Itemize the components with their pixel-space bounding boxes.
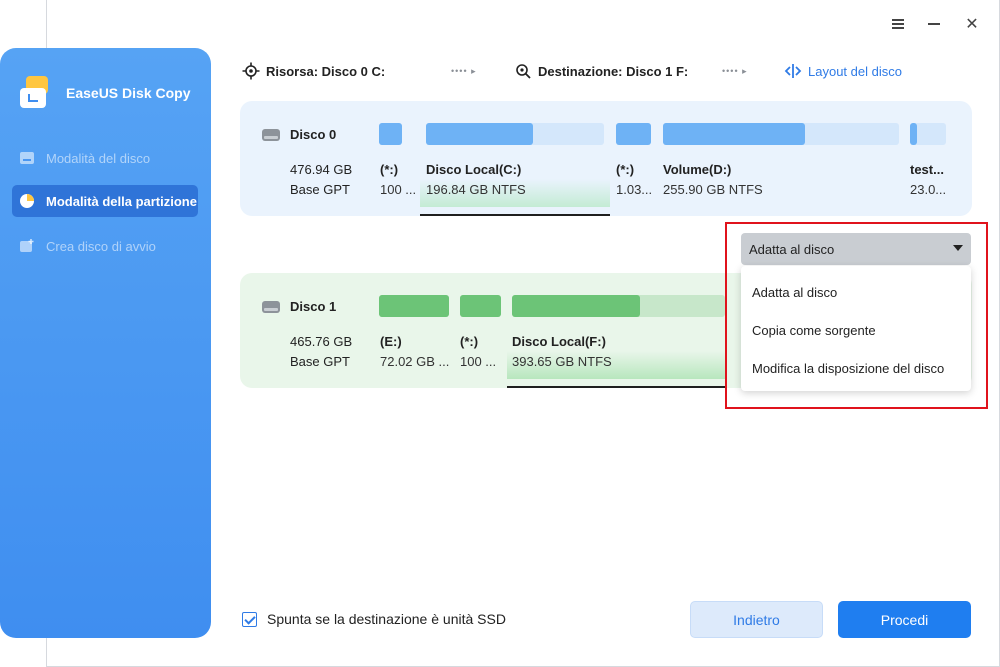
app-title: EaseUS Disk Copy (66, 85, 191, 101)
destination-label: Destinazione: Disco 1 F: (538, 63, 689, 79)
partition-label: test... (910, 162, 944, 177)
hard-drive-icon (262, 128, 280, 142)
destination-indicator: Destinazione: Disco 1 F: (514, 62, 688, 80)
ssd-checkbox-label: Spunta se la destinazione è unità SSD (267, 611, 506, 627)
partition-info: 196.84 GB NTFS (426, 182, 526, 197)
selection-underline (420, 214, 610, 216)
partition-bar[interactable] (910, 123, 946, 145)
boot-disk-icon (18, 237, 36, 255)
close-icon[interactable]: ✕ (962, 14, 982, 34)
partition-bar[interactable] (460, 295, 501, 317)
sidebar: EaseUS Disk Copy Modalità del disco Moda… (0, 48, 211, 638)
partition-info: 23.0... (910, 182, 947, 197)
sidebar-item-disk-mode[interactable]: Modalità del disco (12, 142, 198, 174)
caret-down-icon (953, 245, 963, 251)
sidebar-item-label: Modalità della partizione (46, 193, 197, 209)
partition-label: Disco Local(F:) (512, 334, 606, 349)
ssd-checkbox[interactable]: Spunta se la destinazione è unità SSD (242, 611, 506, 627)
menu-item-copy-as-source[interactable]: Copia come sorgente (752, 323, 876, 338)
step-separator: •••• ▸ (451, 66, 477, 76)
disk-type: Base GPT (290, 354, 350, 369)
sidebar-item-label: Modalità del disco (46, 150, 151, 166)
partition-info: 255.90 GB NTFS (663, 182, 763, 197)
partition-info: 100 ... (460, 354, 497, 369)
hamburger-icon[interactable] (888, 14, 908, 34)
layout-mode-selected: Adatta al disco (749, 241, 835, 257)
partition-label: (*:) (460, 334, 479, 349)
disk-size: 465.76 GB (290, 334, 353, 349)
menu-item-edit-disk-layout[interactable]: Modifica la disposizione del disco (752, 361, 944, 376)
disk-size: 476.94 GB (290, 162, 353, 177)
minimize-icon[interactable] (924, 14, 944, 34)
menu-item-fit-to-disk[interactable]: Adatta al disco (752, 285, 837, 300)
pie-chart-icon (18, 192, 36, 210)
disk-name: Disco 0 (262, 127, 336, 142)
proceed-button[interactable]: Procedi (838, 601, 971, 638)
target-search-icon (514, 62, 532, 80)
disk-icon (18, 149, 36, 167)
partition-bar[interactable] (379, 295, 449, 317)
split-arrows-icon (784, 62, 802, 80)
disk-layout-link[interactable]: Layout del disco (784, 62, 902, 80)
partition-label: (*:) (616, 162, 635, 177)
layout-mode-menu: Adatta al disco Copia come sorgente Modi… (741, 266, 971, 391)
hard-drive-icon (262, 300, 280, 314)
source-disk-card[interactable]: Disco 0 476.94 GB Base GPT (*:) 100 ... … (240, 101, 972, 216)
source-label: Risorsa: Disco 0 C: (266, 63, 386, 79)
partition-label: Volume(D:) (663, 162, 732, 177)
partition-bar[interactable] (379, 123, 402, 145)
sidebar-item-partition-mode[interactable]: Modalità della partizione (12, 185, 198, 217)
checkbox-checked-icon[interactable] (242, 611, 257, 627)
partition-info: 1.03... (616, 182, 653, 197)
partition-info: 100 ... (380, 182, 416, 197)
selection-underline (507, 386, 725, 388)
partition-bar[interactable] (616, 123, 651, 145)
step-separator: •••• ▸ (722, 66, 748, 76)
disk-layout-label: Layout del disco (808, 63, 902, 79)
disk-type: Base GPT (290, 182, 350, 197)
partition-bar[interactable] (512, 295, 725, 317)
sidebar-item-label: Crea disco di avvio (46, 238, 156, 254)
partition-info: 393.65 GB NTFS (512, 354, 612, 369)
partition-info: 72.02 GB ... (380, 354, 450, 369)
brand: EaseUS Disk Copy (18, 76, 191, 110)
layout-mode-select[interactable]: Adatta al disco (741, 233, 971, 265)
source-indicator: Risorsa: Disco 0 C: (242, 62, 385, 80)
partition-label: (*:) (380, 162, 399, 177)
partition-label: (E:) (380, 334, 402, 349)
back-button[interactable]: Indietro (690, 601, 823, 638)
crosshair-icon (242, 62, 260, 80)
partition-bar[interactable] (426, 123, 604, 145)
app-logo-icon (18, 76, 52, 110)
partition-bar[interactable] (663, 123, 899, 145)
sidebar-item-boot-disk[interactable]: Crea disco di avvio (12, 230, 198, 262)
disk-name: Disco 1 (262, 299, 336, 314)
partition-label: Disco Local(C:) (426, 162, 522, 177)
